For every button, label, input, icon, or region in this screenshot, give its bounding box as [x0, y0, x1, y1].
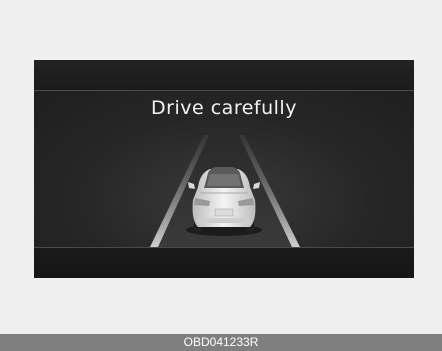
warning-message: Drive carefully: [151, 97, 297, 119]
caption-bar: OBD041233R: [0, 334, 442, 351]
display-bottom-strip: [34, 247, 414, 278]
figure-code: OBD041233R: [183, 335, 259, 349]
road-illustration: [150, 135, 300, 247]
instrument-cluster-display: Drive carefully: [34, 60, 414, 278]
